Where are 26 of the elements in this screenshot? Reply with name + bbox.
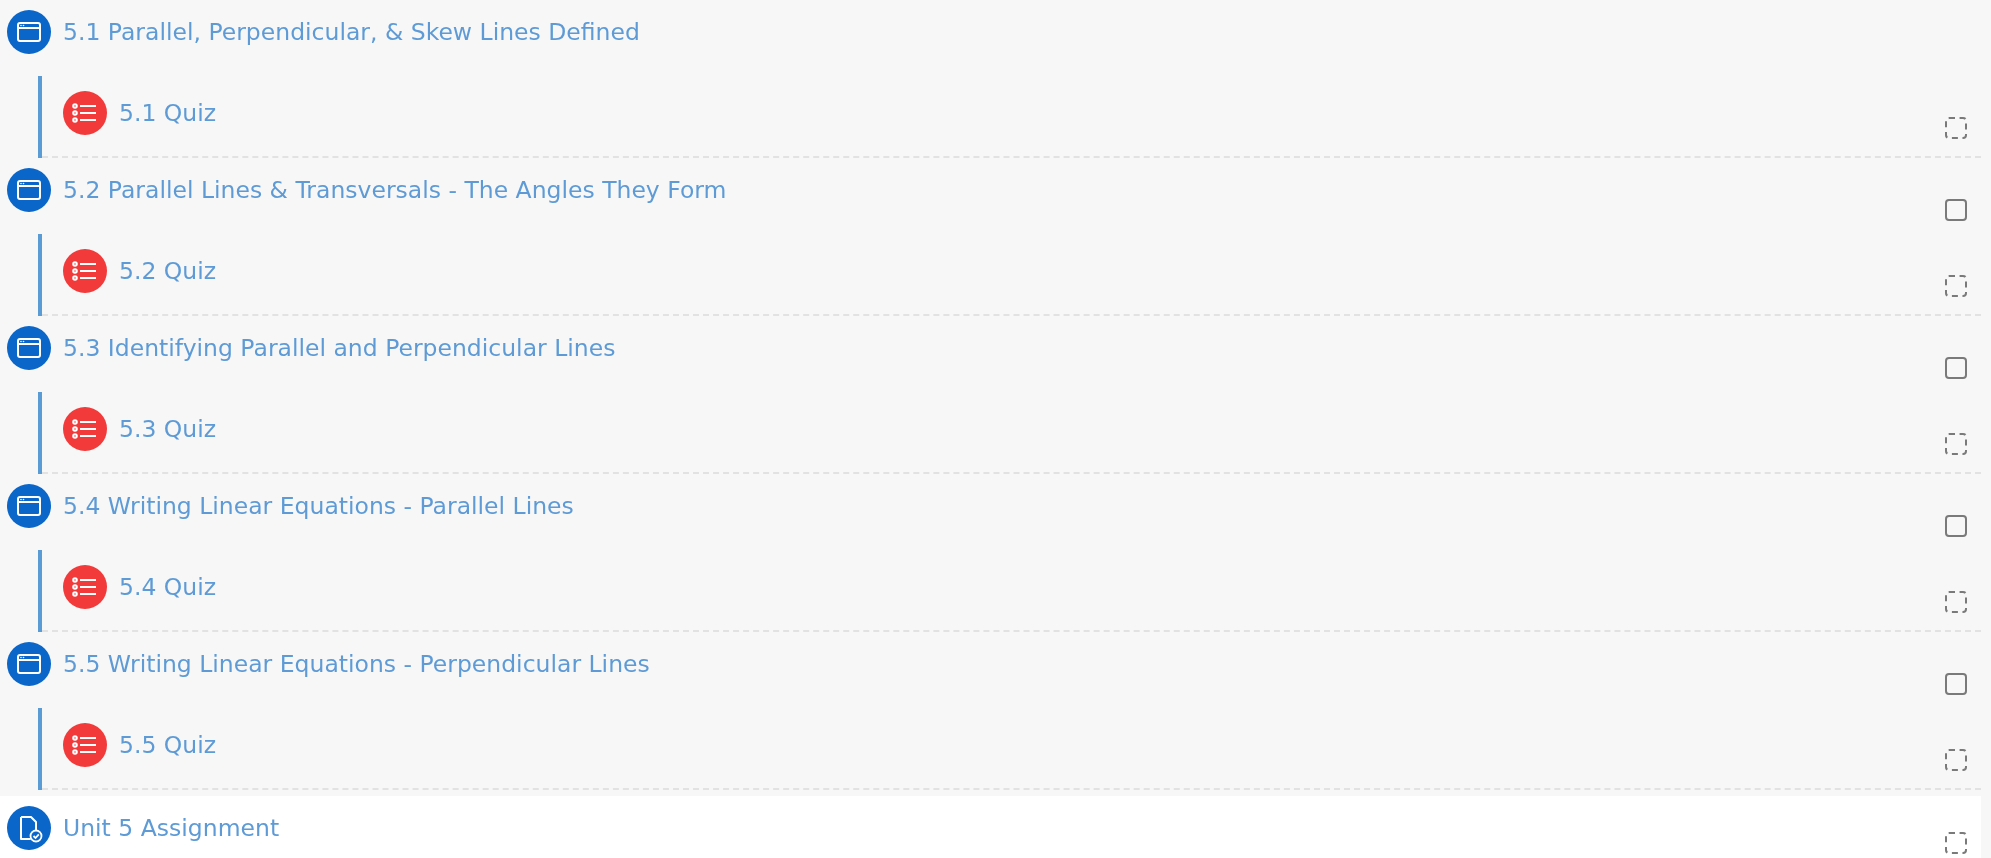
page-link[interactable]: 5.2 Parallel Lines & Transversals - The Angles They Form xyxy=(63,168,727,212)
list-icon xyxy=(63,407,107,451)
list-icon xyxy=(63,723,107,767)
page-link[interactable]: 5.4 Writing Linear Equations - Parallel Lines xyxy=(63,484,574,528)
page-link[interactable]: 5.5 Writing Linear Equations - Perpendicular Lines xyxy=(63,642,650,686)
browser-window-icon xyxy=(7,10,51,54)
list-icon xyxy=(63,91,107,135)
list-icon xyxy=(63,249,107,293)
completion-checkbox[interactable] xyxy=(1945,673,1967,695)
quiz-link[interactable]: 5.5 Quiz xyxy=(119,723,217,767)
quiz-link[interactable]: 5.4 Quiz xyxy=(119,565,217,609)
browser-window-icon xyxy=(7,642,51,686)
completion-checkbox[interactable] xyxy=(1945,357,1967,379)
quiz-link[interactable]: 5.2 Quiz xyxy=(119,249,217,293)
completion-checkbox[interactable] xyxy=(1945,515,1967,537)
quiz-link[interactable]: 5.1 Quiz xyxy=(119,91,217,135)
page-link[interactable]: 5.3 Identifying Parallel and Perpendicular Lines xyxy=(63,326,616,370)
completion-checkbox[interactable] xyxy=(1945,199,1967,221)
quiz-link[interactable]: 5.3 Quiz xyxy=(119,407,217,451)
page-link[interactable]: 5.1 Parallel, Perpendicular, & Skew Lines Defined xyxy=(63,10,640,54)
browser-window-icon xyxy=(7,326,51,370)
browser-window-icon xyxy=(7,484,51,528)
list-icon xyxy=(63,565,107,609)
browser-window-icon xyxy=(7,168,51,212)
assignment-link[interactable]: Unit 5 Assignment xyxy=(63,806,280,850)
document-check-icon xyxy=(7,806,51,850)
